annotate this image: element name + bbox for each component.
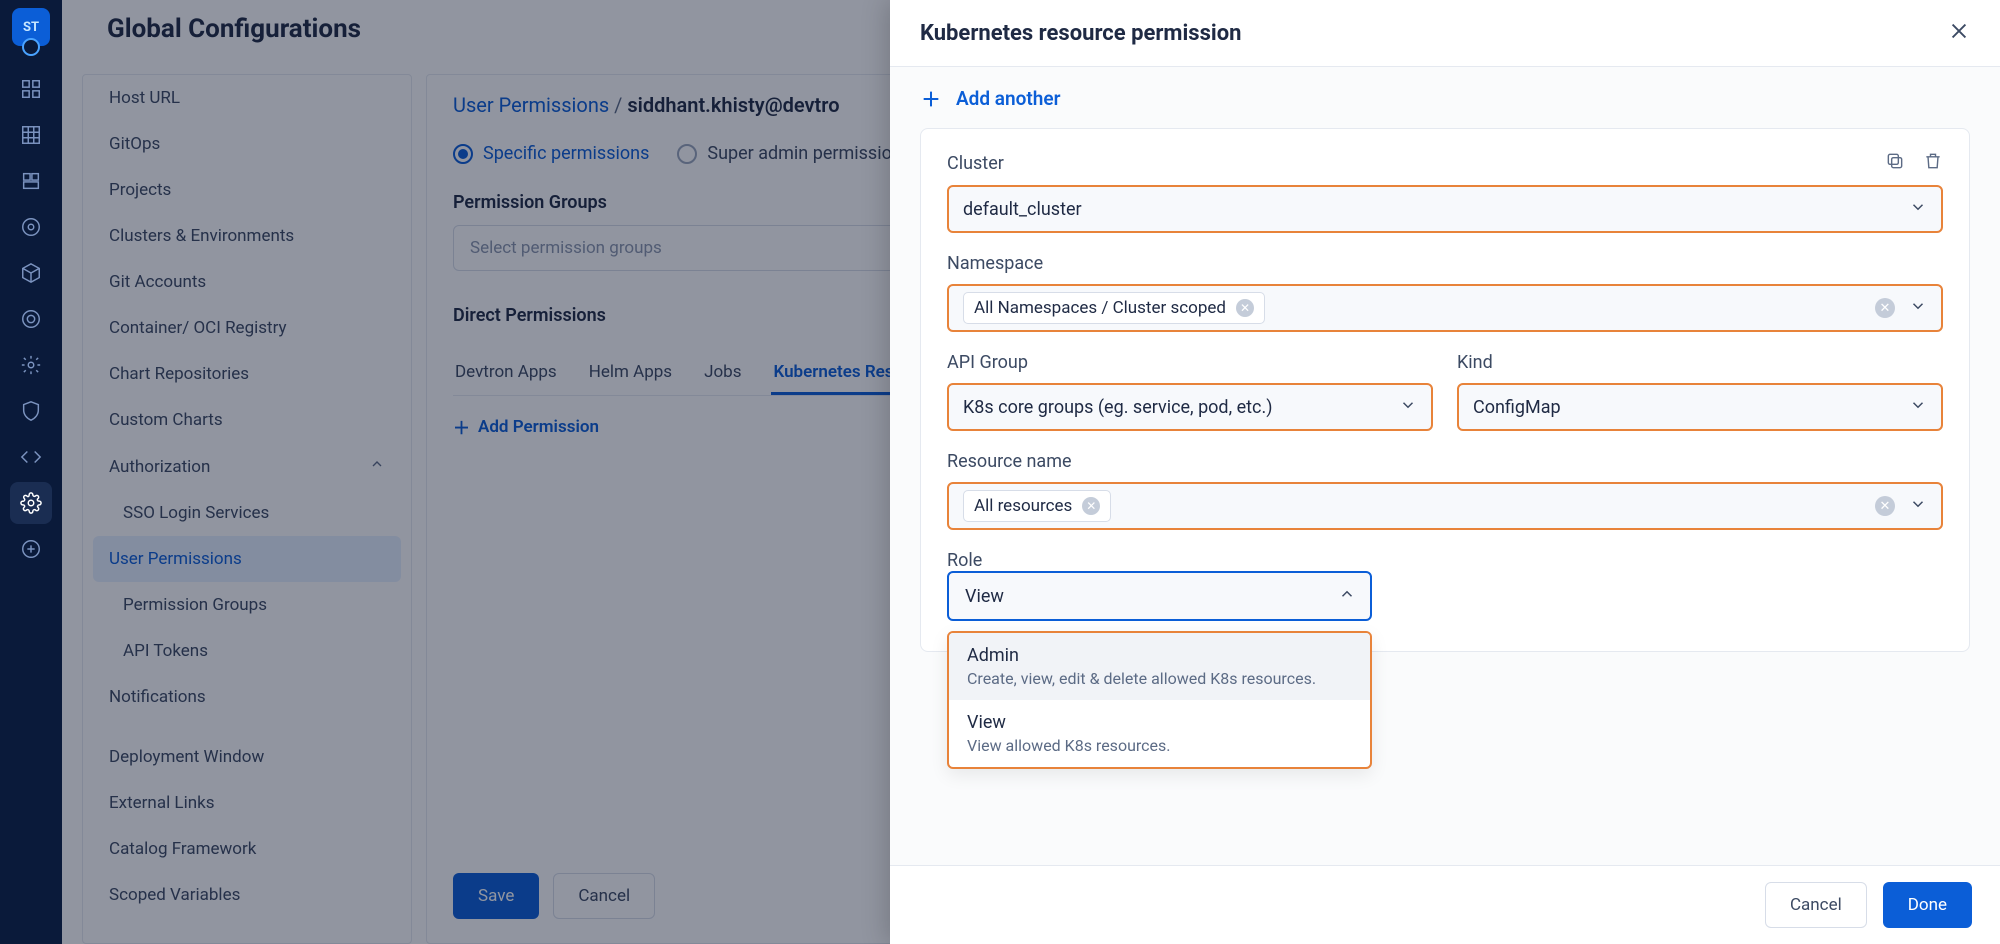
- rail-code-icon[interactable]: [10, 436, 52, 478]
- trash-icon[interactable]: [1923, 151, 1943, 175]
- cluster-label: Cluster: [947, 153, 1004, 174]
- drawer-cancel-button[interactable]: Cancel: [1765, 882, 1867, 928]
- role-option-desc: View allowed K8s resources.: [967, 736, 1352, 755]
- close-icon[interactable]: [1948, 20, 1970, 46]
- permission-drawer: Kubernetes resource permission Add anoth…: [890, 0, 2000, 944]
- resource-chip-label: All resources: [974, 496, 1072, 516]
- rail-helm-icon[interactable]: [10, 206, 52, 248]
- chevron-down-icon: [1909, 297, 1927, 319]
- namespace-chip-label: All Namespaces / Cluster scoped: [974, 298, 1226, 318]
- resource-select[interactable]: All resources ✕ ✕: [947, 482, 1943, 530]
- role-select[interactable]: View: [947, 571, 1372, 621]
- drawer-title: Kubernetes resource permission: [920, 21, 1241, 46]
- rail-shield-icon[interactable]: [10, 390, 52, 432]
- app-logo: ST: [12, 8, 50, 46]
- rail-apps-icon[interactable]: [10, 68, 52, 110]
- rail-stack-icon[interactable]: [10, 160, 52, 202]
- role-dropdown: Admin Create, view, edit & delete allowe…: [947, 631, 1372, 769]
- nav-rail: ST: [0, 0, 62, 944]
- chevron-up-icon: [1338, 585, 1356, 608]
- clear-all-icon[interactable]: ✕: [1875, 298, 1895, 318]
- chevron-down-icon: [1399, 396, 1417, 418]
- rail-more-icon[interactable]: [10, 528, 52, 570]
- kind-label: Kind: [1457, 352, 1943, 373]
- kind-value: ConfigMap: [1473, 397, 1561, 418]
- cluster-value: default_cluster: [963, 199, 1082, 220]
- chevron-down-icon: [1909, 396, 1927, 418]
- rail-cube-icon[interactable]: [10, 252, 52, 294]
- role-option-admin[interactable]: Admin Create, view, edit & delete allowe…: [949, 633, 1370, 700]
- chevron-down-icon: [1909, 198, 1927, 220]
- role-value: View: [965, 586, 1004, 607]
- namespace-label: Namespace: [947, 253, 1943, 274]
- role-option-title: View: [967, 712, 1352, 733]
- rail-target-icon[interactable]: [10, 298, 52, 340]
- kind-select[interactable]: ConfigMap: [1457, 383, 1943, 431]
- role-option-view[interactable]: View View allowed K8s resources.: [949, 700, 1370, 767]
- add-another-button[interactable]: Add another: [920, 87, 1970, 110]
- apigroup-select[interactable]: K8s core groups (eg. service, pod, etc.): [947, 383, 1433, 431]
- chip-remove-icon[interactable]: ✕: [1082, 497, 1100, 515]
- cluster-select[interactable]: default_cluster: [947, 185, 1943, 233]
- resource-chip: All resources ✕: [963, 490, 1111, 522]
- chip-remove-icon[interactable]: ✕: [1236, 299, 1254, 317]
- permission-card: Cluster default_cluster Namespace All Na…: [920, 128, 1970, 652]
- role-label: Role: [947, 550, 1943, 571]
- copy-icon[interactable]: [1885, 151, 1905, 175]
- namespace-select[interactable]: All Namespaces / Cluster scoped ✕ ✕: [947, 284, 1943, 332]
- apigroup-label: API Group: [947, 352, 1433, 373]
- add-another-label: Add another: [956, 87, 1060, 110]
- apigroup-value: K8s core groups (eg. service, pod, etc.): [963, 397, 1272, 418]
- rail-settings-icon[interactable]: [10, 482, 52, 524]
- namespace-chip: All Namespaces / Cluster scoped ✕: [963, 292, 1265, 324]
- chevron-down-icon: [1909, 495, 1927, 517]
- rail-gear-icon[interactable]: [10, 344, 52, 386]
- clear-all-icon[interactable]: ✕: [1875, 496, 1895, 516]
- role-option-title: Admin: [967, 645, 1352, 666]
- resource-label: Resource name: [947, 451, 1943, 472]
- plus-icon: [920, 88, 942, 110]
- role-option-desc: Create, view, edit & delete allowed K8s …: [967, 669, 1352, 688]
- drawer-done-button[interactable]: Done: [1883, 882, 1972, 928]
- rail-grid-icon[interactable]: [10, 114, 52, 156]
